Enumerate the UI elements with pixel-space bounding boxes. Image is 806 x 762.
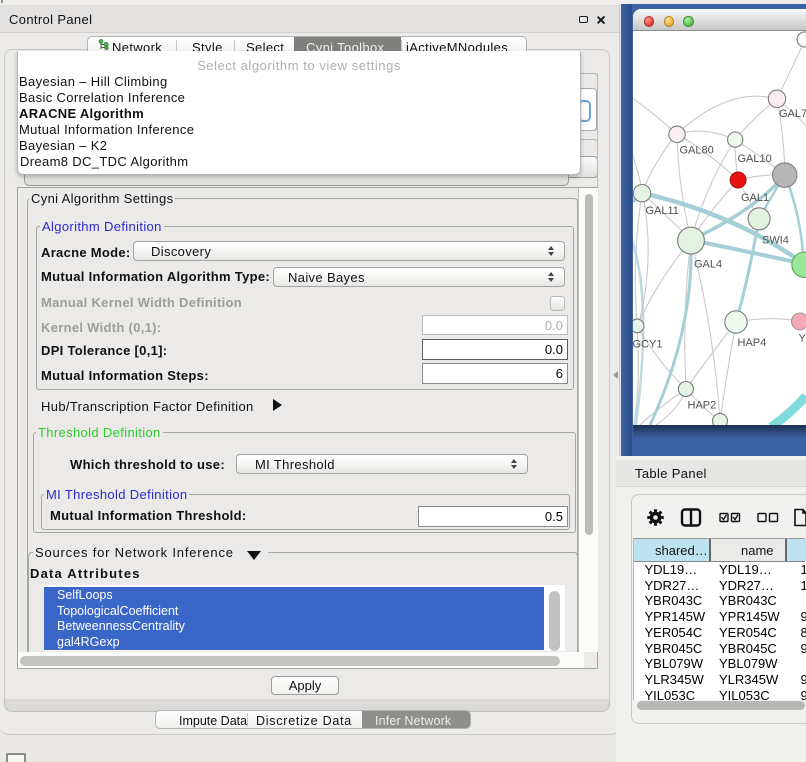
svg-text:GAL4: GAL4: [694, 259, 722, 271]
svg-text:SWI4: SWI4: [762, 235, 789, 247]
svg-text:GAL1: GAL1: [741, 192, 769, 204]
svg-text:GAL11: GAL11: [646, 205, 679, 217]
svg-text:GAL7: GAL7: [779, 108, 806, 120]
svg-text:HAP4: HAP4: [738, 337, 767, 349]
svg-text:GAL10: GAL10: [738, 153, 772, 165]
svg-text:Y: Y: [799, 333, 806, 345]
svg-text:HAP2: HAP2: [688, 400, 717, 412]
svg-text:GAL80: GAL80: [680, 145, 714, 157]
svg-text:GCY1: GCY1: [633, 339, 662, 351]
